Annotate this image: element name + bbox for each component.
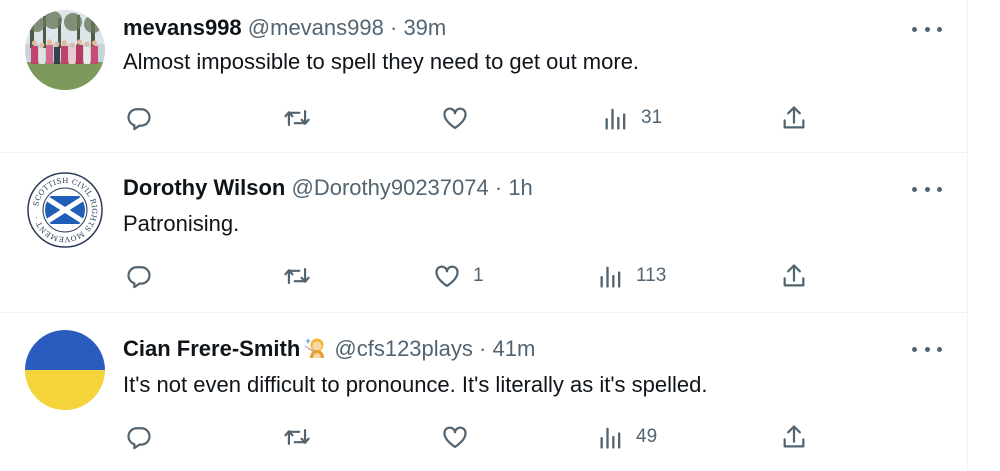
- reply-icon: [127, 266, 151, 289]
- views-button[interactable]: 31: [603, 104, 662, 132]
- fairy-emoji-icon: [304, 338, 325, 358]
- tweet-text: Almost impossible to spell they need to …: [123, 49, 640, 74]
- view-count: 31: [641, 107, 663, 128]
- share-button[interactable]: [780, 262, 808, 290]
- reply-button[interactable]: [125, 104, 165, 132]
- avatar[interactable]: [25, 10, 105, 90]
- tweet-header: Dorothy Wilson @Dorothy90237074 · 1h: [123, 174, 533, 202]
- display-name[interactable]: mevans998: [123, 15, 242, 40]
- retweet-button[interactable]: [282, 104, 324, 132]
- avatar-ukraine-flag: [25, 330, 105, 410]
- avatar[interactable]: [25, 330, 105, 410]
- user-handle[interactable]: @mevans998: [248, 15, 384, 40]
- tweet-header: mevans998 @mevans998 · 39m: [123, 14, 446, 42]
- more-icon[interactable]: [912, 338, 942, 360]
- tweet-card[interactable]: Cian Frere-Smith @cfs123plays · 41m It's…: [0, 313, 967, 471]
- views-icon: [600, 266, 621, 288]
- more-icon[interactable]: [912, 178, 942, 200]
- views-button[interactable]: 49: [598, 423, 657, 451]
- avatar-seal-logo: SCOTTISH CIVIL RIGHTS MOVEMENT ·: [25, 170, 105, 250]
- heart-icon: [443, 426, 467, 449]
- retweet-icon: [284, 428, 310, 446]
- share-icon: [783, 106, 805, 129]
- retweet-button[interactable]: [282, 262, 324, 290]
- tweet-header: Cian Frere-Smith @cfs123plays · 41m: [123, 334, 535, 363]
- like-button[interactable]: 1: [433, 262, 484, 290]
- display-name[interactable]: Dorothy Wilson: [123, 175, 285, 200]
- avatar-photo: [25, 10, 105, 90]
- reply-icon: [127, 108, 151, 131]
- views-button[interactable]: 113: [598, 262, 666, 290]
- like-count: 1: [473, 265, 484, 286]
- timestamp[interactable]: 1h: [508, 175, 532, 200]
- view-count: 113: [636, 265, 667, 286]
- heart-icon: [435, 265, 459, 288]
- timestamp[interactable]: 41m: [492, 336, 535, 361]
- like-button[interactable]: [441, 423, 481, 451]
- reply-button[interactable]: [125, 423, 165, 451]
- retweet-icon: [284, 109, 310, 127]
- user-handle[interactable]: @cfs123plays: [334, 336, 473, 361]
- reply-icon: [127, 427, 151, 450]
- heart-icon: [443, 107, 467, 130]
- meta-separator: ·: [494, 175, 503, 200]
- like-button[interactable]: [441, 104, 481, 132]
- more-icon[interactable]: [912, 18, 942, 40]
- timestamp[interactable]: 39m: [403, 15, 446, 40]
- views-icon: [600, 427, 621, 449]
- reply-button[interactable]: [125, 262, 165, 290]
- meta-separator: ·: [479, 336, 487, 361]
- share-icon: [783, 264, 805, 287]
- share-icon: [783, 425, 805, 448]
- share-button[interactable]: [780, 423, 808, 451]
- retweet-button[interactable]: [282, 423, 324, 451]
- share-button[interactable]: [780, 104, 808, 132]
- tweet-text: Patronising.: [123, 211, 240, 236]
- display-name[interactable]: Cian Frere-Smith: [123, 336, 300, 361]
- views-icon: [605, 108, 626, 130]
- user-handle[interactable]: @Dorothy90237074: [291, 175, 488, 200]
- tweet-text: It's not even difficult to pronounce. It…: [123, 372, 708, 397]
- timeline-border: [967, 0, 968, 471]
- avatar[interactable]: SCOTTISH CIVIL RIGHTS MOVEMENT ·: [25, 170, 105, 250]
- retweet-icon: [284, 267, 310, 285]
- tweet-card[interactable]: SCOTTISH CIVIL RIGHTS MOVEMENT · Dorothy…: [0, 153, 967, 312]
- view-count: 49: [636, 426, 658, 447]
- tweet-card[interactable]: mevans998 @mevans998 · 39m Almost imposs…: [0, 0, 967, 152]
- meta-separator: ·: [389, 15, 398, 40]
